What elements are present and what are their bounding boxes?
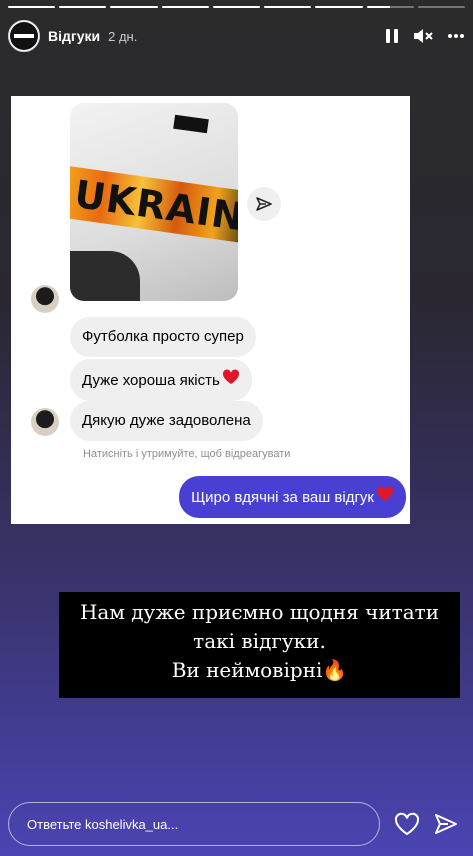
progress-segment bbox=[8, 6, 56, 8]
heart-icon[interactable] bbox=[394, 812, 420, 836]
customer-avatar bbox=[31, 285, 59, 313]
message-bubble: Дуже хороша якість bbox=[70, 359, 252, 401]
progress-segment bbox=[110, 6, 158, 8]
story-footer: Ответьте koshelivka_ua... bbox=[8, 802, 465, 846]
reply-input[interactable]: Ответьте koshelivka_ua... bbox=[8, 802, 380, 846]
heart-emoji-icon bbox=[376, 486, 394, 508]
send-icon[interactable] bbox=[434, 813, 458, 835]
progress-segment bbox=[212, 6, 261, 8]
progress-segment bbox=[59, 6, 107, 8]
progress-segment bbox=[315, 6, 363, 8]
post-time: 2 дн. bbox=[108, 28, 138, 44]
share-icon[interactable] bbox=[247, 187, 281, 221]
caption-line: Ви неймовірні🔥 bbox=[171, 658, 348, 682]
review-screenshot: UKRAINE Футболка просто супер Дуже хорош… bbox=[11, 96, 410, 524]
pause-icon[interactable] bbox=[385, 28, 399, 44]
story-header: Відгуки 2 дн. bbox=[8, 18, 465, 54]
author-name[interactable]: Відгуки bbox=[48, 28, 100, 44]
story-caption: Нам дуже приємно щодня читати такі відгу… bbox=[59, 592, 460, 698]
avatar[interactable] bbox=[8, 20, 40, 52]
caption-line: такі відгуки. bbox=[193, 629, 326, 653]
reply-placeholder: Ответьте koshelivka_ua... bbox=[27, 816, 179, 832]
progress-segment-current bbox=[366, 6, 414, 8]
customer-avatar bbox=[31, 408, 59, 436]
heart-emoji-icon bbox=[222, 369, 240, 391]
reply-bubble: Щиро вдячні за ваш відгук bbox=[179, 476, 406, 518]
message-bubble: Футболка просто супер bbox=[70, 317, 256, 357]
reaction-hint: Натисніть і утримуйте, щоб відреагувати bbox=[83, 448, 291, 460]
caption-line: Нам дуже приємно щодня читати bbox=[79, 600, 440, 624]
mute-icon[interactable] bbox=[413, 28, 433, 44]
logo-icon bbox=[10, 22, 38, 50]
more-icon[interactable] bbox=[447, 33, 465, 39]
progress-segment bbox=[264, 6, 312, 8]
tshirt-photo: UKRAINE bbox=[70, 103, 238, 301]
progress-segment bbox=[417, 6, 465, 8]
progress-segment bbox=[161, 6, 209, 8]
story-progress bbox=[8, 6, 465, 8]
message-bubble: Дякую дуже задоволена bbox=[70, 401, 263, 441]
